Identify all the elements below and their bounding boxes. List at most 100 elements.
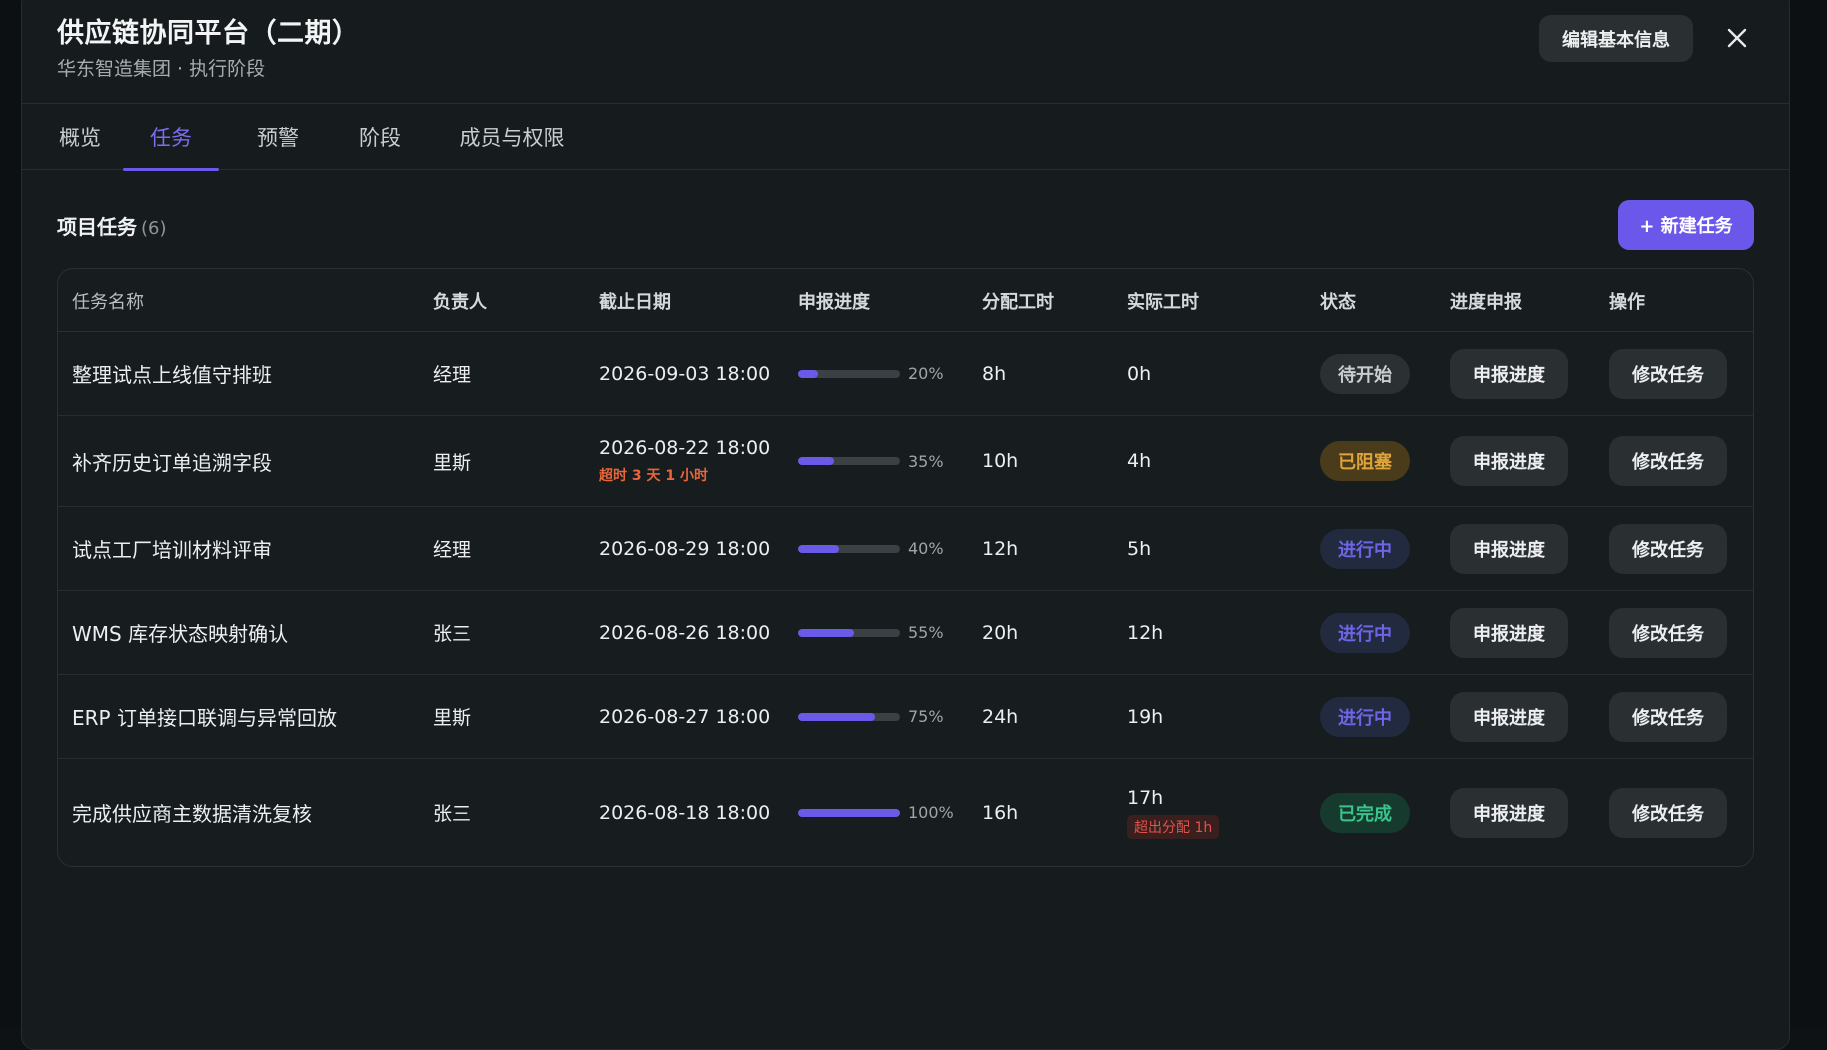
progress-bar	[798, 369, 900, 378]
col-status: 状态	[1320, 291, 1356, 313]
edit-task-button[interactable]: 修改任务	[1609, 787, 1727, 838]
progress-percent: 100%	[908, 803, 954, 822]
progress-bar-fill	[798, 457, 834, 465]
task-deadline-cell: 2026-08-27 18:00	[599, 675, 770, 758]
report-cell: 申报进度	[1450, 675, 1568, 758]
report-cell: 申报进度	[1450, 416, 1568, 506]
table-row: WMS 库存状态映射确认 张三 2026-08-26 18:00 55% 20h 12h 进…	[58, 591, 1753, 675]
task-deadline: 2026-08-29 18:00	[599, 537, 771, 560]
edit-basic-info-button[interactable]: 编辑基本信息	[1539, 15, 1693, 62]
status-cell: 已阻塞	[1320, 416, 1410, 506]
allocated-hours: 8h	[982, 362, 1007, 385]
allocated-hours: 20h	[982, 621, 1019, 644]
progress-indicator: 20%	[798, 364, 944, 383]
col-task-name: 任务名称	[72, 291, 144, 313]
task-owner: 经理	[433, 364, 472, 386]
progress-percent: 55%	[908, 623, 944, 642]
col-allocated-hours: 分配工时	[982, 291, 1054, 313]
report-progress-button[interactable]: 申报进度	[1450, 348, 1568, 399]
col-progress: 申报进度	[798, 291, 870, 313]
actions-cell: 修改任务	[1609, 591, 1727, 674]
table-row: ERP 订单接口联调与异常回放 里斯 2026-08-27 18:00 75% 24h 1…	[58, 675, 1753, 759]
progress-bar	[798, 712, 900, 721]
progress-bar	[798, 457, 900, 465]
actual-hours: 0h	[1127, 362, 1152, 385]
task-owner: 张三	[433, 623, 472, 645]
report-progress-button[interactable]: 申报进度	[1450, 523, 1568, 574]
status-cell: 待开始	[1320, 332, 1410, 415]
actions-cell: 修改任务	[1609, 759, 1727, 866]
task-name: 整理试点上线值守排班	[72, 363, 272, 387]
task-name: 完成供应商主数据清洗复核	[72, 802, 312, 826]
table-header: 任务名称 负责人 截止日期 申报进度 分配工时 实际工时 状态 进度申报 操作	[58, 269, 1753, 332]
col-report: 进度申报	[1450, 291, 1522, 313]
status-cell: 进行中	[1320, 507, 1410, 590]
project-modal: 供应链协同平台（二期） 华东智造集团 · 执行阶段 编辑基本信息 概览 任务 预…	[21, 0, 1790, 1050]
progress-percent: 35%	[908, 451, 944, 471]
progress-percent: 75%	[908, 707, 944, 726]
edit-task-button[interactable]: 修改任务	[1609, 436, 1727, 486]
project-subtitle: 华东智造集团 · 执行阶段	[57, 58, 266, 80]
progress-bar	[798, 544, 900, 553]
report-progress-button[interactable]: 申报进度	[1450, 691, 1568, 742]
report-progress-button[interactable]: 申报进度	[1450, 607, 1568, 658]
status-badge: 已阻塞	[1320, 441, 1410, 481]
status-badge: 进行中	[1320, 528, 1410, 569]
report-progress-button[interactable]: 申报进度	[1450, 787, 1568, 838]
report-cell: 申报进度	[1450, 591, 1568, 674]
actual-hours: 5h	[1127, 537, 1152, 560]
task-owner: 经理	[433, 539, 472, 561]
task-deadline: 2026-08-18 18:00	[599, 801, 771, 824]
actual-hours-cell: 12h	[1127, 591, 1163, 674]
edit-task-button[interactable]: 修改任务	[1609, 523, 1727, 574]
tab-overview[interactable]: 概览	[44, 104, 116, 170]
over-allocation-badge: 超出分配 1h	[1127, 814, 1220, 839]
progress-percent: 40%	[908, 539, 944, 558]
progress-bar	[798, 808, 900, 817]
actual-hours-cell: 4h	[1127, 416, 1151, 506]
new-task-button[interactable]: + 新建任务	[1618, 200, 1754, 250]
progress-bar-fill	[798, 712, 875, 721]
tab-members[interactable]: 成员与权限	[452, 104, 572, 170]
progress-indicator: 55%	[798, 623, 944, 642]
progress-indicator: 40%	[798, 539, 944, 558]
task-deadline: 2026-08-27 18:00	[599, 705, 771, 728]
report-cell: 申报进度	[1450, 759, 1568, 866]
actual-hours-cell: 17h 超出分配 1h	[1127, 759, 1220, 866]
allocated-hours: 16h	[982, 801, 1019, 824]
tab-tasks[interactable]: 任务	[123, 104, 219, 171]
task-table: 任务名称 负责人 截止日期 申报进度 分配工时 实际工时 状态 进度申报 操作 …	[57, 268, 1754, 867]
tab-bar: 概览 任务 预警 阶段 成员与权限	[22, 104, 1789, 171]
close-icon[interactable]	[1718, 19, 1756, 57]
status-badge: 进行中	[1320, 612, 1410, 653]
allocated-hours: 12h	[982, 537, 1019, 560]
edit-task-button[interactable]: 修改任务	[1609, 607, 1727, 658]
table-row: 试点工厂培训材料评审 经理 2026-08-29 18:00 40% 12h 5h 进行中申…	[58, 507, 1753, 591]
task-progress-cell: 20%	[798, 332, 944, 415]
edit-task-button[interactable]: 修改任务	[1609, 691, 1727, 742]
table-row: 整理试点上线值守排班 经理 2026-09-03 18:00 20% 8h 0h 待开始 申报…	[58, 332, 1753, 416]
actual-hours-cell: 19h	[1127, 675, 1163, 758]
status-badge: 待开始	[1320, 353, 1410, 394]
tab-alerts[interactable]: 预警	[246, 104, 310, 170]
actual-hours: 19h	[1127, 705, 1164, 728]
allocated-hours: 24h	[982, 705, 1019, 728]
actual-hours-cell: 0h	[1127, 332, 1151, 415]
actions-cell: 修改任务	[1609, 675, 1727, 758]
task-name: 补齐历史订单追溯字段	[72, 450, 272, 475]
task-count: (6)	[141, 218, 167, 239]
project-title: 供应链协同平台（二期）	[57, 18, 360, 49]
task-progress-cell: 35%	[798, 416, 944, 506]
col-owner: 负责人	[433, 291, 487, 313]
report-progress-button[interactable]: 申报进度	[1450, 436, 1568, 486]
task-name: 试点工厂培训材料评审	[72, 538, 272, 562]
progress-bar-fill	[798, 628, 855, 637]
task-deadline: 2026-08-22 18:00	[599, 437, 771, 459]
progress-percent: 20%	[908, 364, 944, 383]
tab-stages[interactable]: 阶段	[348, 104, 412, 170]
edit-task-button[interactable]: 修改任务	[1609, 348, 1727, 399]
task-progress-cell: 55%	[798, 591, 944, 674]
task-progress-cell: 40%	[798, 507, 944, 590]
actions-cell: 修改任务	[1609, 416, 1727, 506]
table-row: 补齐历史订单追溯字段 里斯 2026-08-22 18:00 超时 3 天 1 小时 3…	[58, 416, 1753, 507]
